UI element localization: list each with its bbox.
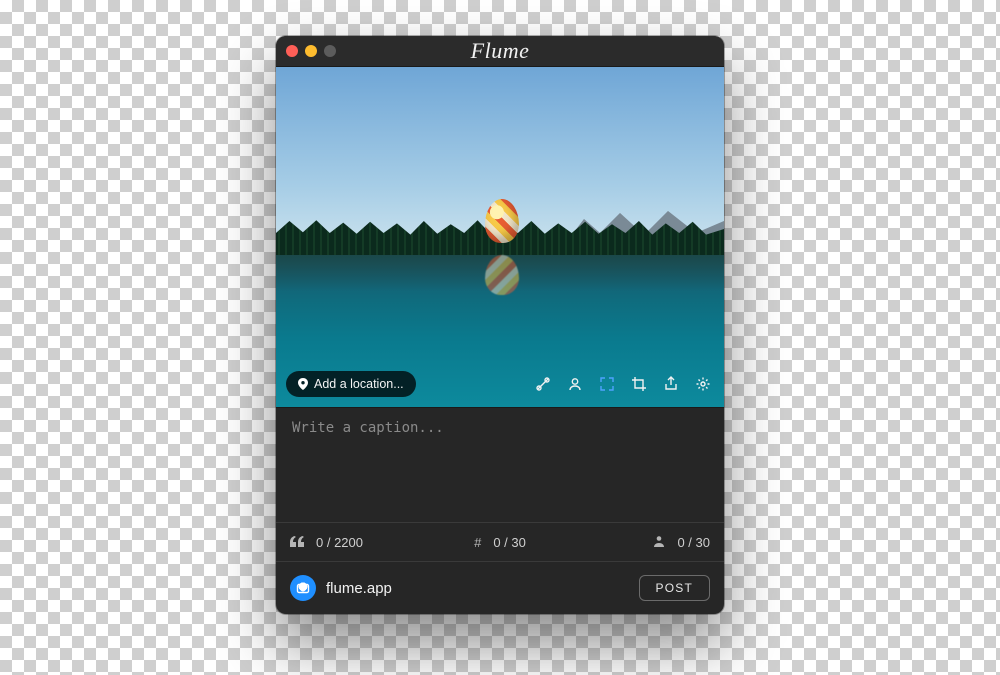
photo-tools (532, 373, 714, 395)
caption-length-counter: 0 / 2200 (290, 535, 430, 550)
hashtag-value: 0 / 30 (493, 535, 526, 550)
zoom-window-button[interactable] (324, 45, 336, 57)
photo-content-balloon (485, 199, 519, 243)
photo-overlay-toolbar: Add a location... (286, 371, 714, 397)
hashtag-counter: # 0 / 30 (430, 535, 570, 550)
resize-button[interactable] (596, 373, 618, 395)
post-button[interactable]: POST (639, 575, 710, 601)
add-location-label: Add a location... (314, 377, 404, 391)
settings-button[interactable] (692, 373, 714, 395)
caption-input[interactable] (290, 418, 714, 516)
quote-icon (290, 535, 304, 550)
mention-counter: 0 / 30 (570, 535, 710, 550)
caption-length-value: 0 / 2200 (316, 535, 363, 550)
edit-icon (535, 376, 551, 392)
compose-window: Flume Add a location... (276, 36, 724, 614)
add-location-button[interactable]: Add a location... (286, 371, 416, 397)
minimize-window-button[interactable] (305, 45, 317, 57)
resize-icon (599, 376, 615, 392)
account-username: flume.app (326, 580, 392, 597)
account-selector[interactable]: flume.app (290, 575, 392, 601)
counters-bar: 0 / 2200 # 0 / 30 0 / 30 (276, 522, 724, 561)
photo-preview[interactable]: Add a location... (276, 67, 724, 407)
tag-people-icon (567, 376, 583, 392)
close-window-button[interactable] (286, 45, 298, 57)
crop-icon (631, 376, 647, 392)
pin-icon (298, 378, 308, 390)
share-icon (663, 376, 679, 392)
app-title: Flume (471, 38, 530, 64)
caption-area[interactable] (276, 407, 724, 522)
share-button[interactable] (660, 373, 682, 395)
photo-content-balloon-reflection (485, 255, 519, 295)
settings-icon (695, 376, 711, 392)
avatar (290, 575, 316, 601)
crop-button[interactable] (628, 373, 650, 395)
tag-people-button[interactable] (564, 373, 586, 395)
footer-bar: flume.app POST (276, 561, 724, 614)
window-controls (286, 45, 336, 57)
edit-adjust-button[interactable] (532, 373, 554, 395)
titlebar[interactable]: Flume (276, 36, 724, 67)
camera-icon (296, 581, 310, 595)
hash-icon: # (474, 535, 481, 550)
person-icon (653, 535, 665, 550)
mention-value: 0 / 30 (677, 535, 710, 550)
